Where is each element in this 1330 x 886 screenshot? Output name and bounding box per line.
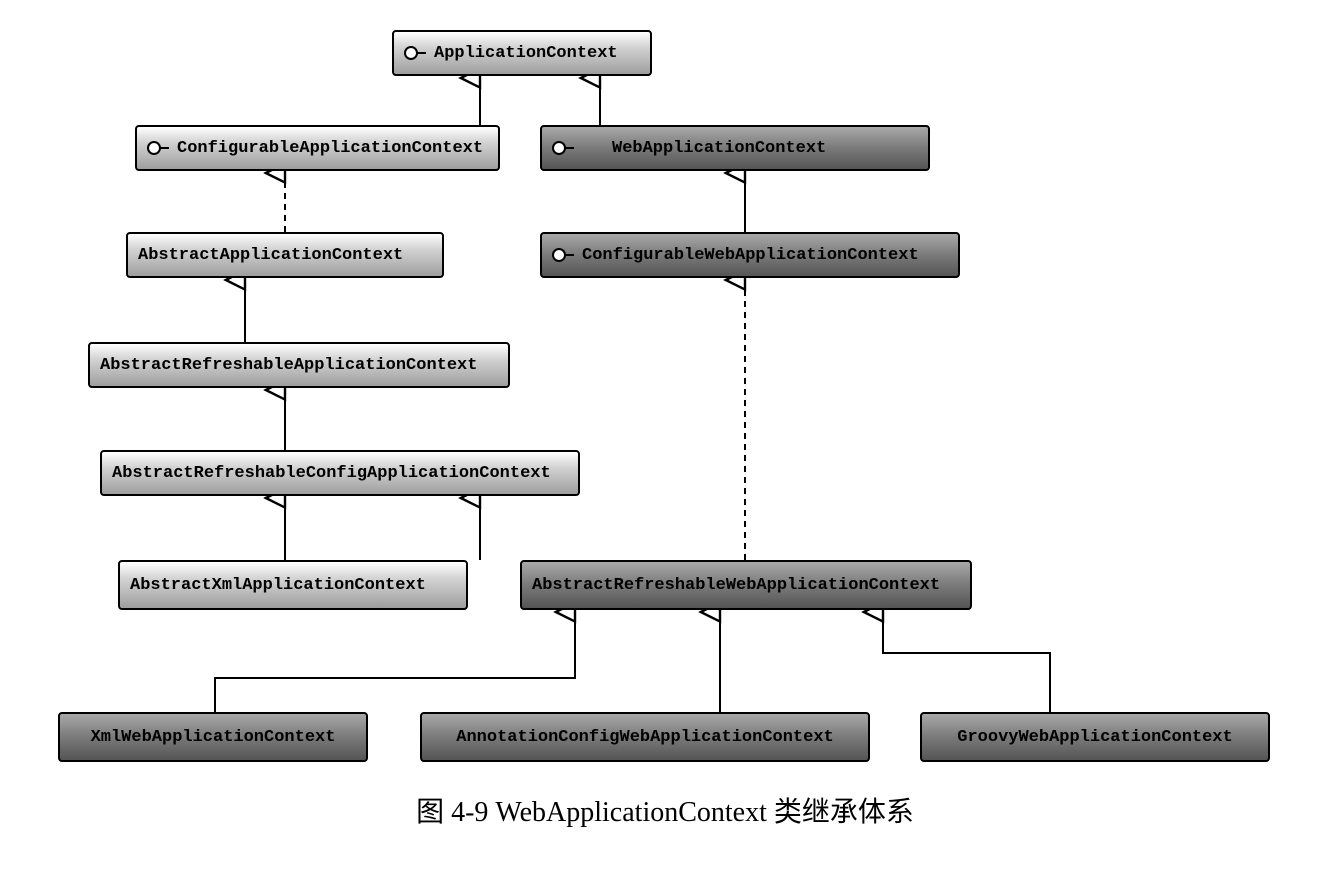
class-label: WebApplicationContext [612, 139, 826, 158]
class-label: ConfigurableWebApplicationContext [582, 246, 919, 265]
class-label: ConfigurableApplicationContext [177, 139, 483, 158]
class-label: AbstractXmlApplicationContext [130, 576, 426, 595]
class-label: ApplicationContext [434, 44, 618, 63]
class-label: AnnotationConfigWebApplicationContext [456, 728, 833, 747]
class-annotation-config-web-application-context: AnnotationConfigWebApplicationContext [420, 712, 870, 762]
interface-icon [147, 141, 161, 155]
class-groovy-web-application-context: GroovyWebApplicationContext [920, 712, 1270, 762]
class-xml-web-application-context: XmlWebApplicationContext [58, 712, 368, 762]
interface-icon [552, 248, 566, 262]
class-abstract-refreshable-web-application-context: AbstractRefreshableWebApplicationContext [520, 560, 972, 610]
class-web-application-context: WebApplicationContext [540, 125, 930, 171]
class-abstract-application-context: AbstractApplicationContext [126, 232, 444, 278]
class-label: AbstractRefreshableApplicationContext [100, 356, 477, 375]
class-configurable-application-context: ConfigurableApplicationContext [135, 125, 500, 171]
figure-caption: 图 4-9 WebApplicationContext 类继承体系 [0, 790, 1330, 830]
class-label: AbstractRefreshableWebApplicationContext [532, 576, 940, 595]
class-label: AbstractRefreshableConfigApplicationCont… [112, 464, 551, 483]
class-label: GroovyWebApplicationContext [957, 728, 1232, 747]
class-application-context: ApplicationContext [392, 30, 652, 76]
class-abstract-refreshable-application-context: AbstractRefreshableApplicationContext [88, 342, 510, 388]
class-label: XmlWebApplicationContext [91, 728, 336, 747]
interface-icon [552, 141, 566, 155]
class-label: AbstractApplicationContext [138, 246, 403, 265]
class-configurable-web-application-context: ConfigurableWebApplicationContext [540, 232, 960, 278]
class-abstract-xml-application-context: AbstractXmlApplicationContext [118, 560, 468, 610]
class-abstract-refreshable-config-application-context: AbstractRefreshableConfigApplicationCont… [100, 450, 580, 496]
diagram-stage: ApplicationContext ConfigurableApplicati… [0, 0, 1330, 886]
interface-icon [404, 46, 418, 60]
